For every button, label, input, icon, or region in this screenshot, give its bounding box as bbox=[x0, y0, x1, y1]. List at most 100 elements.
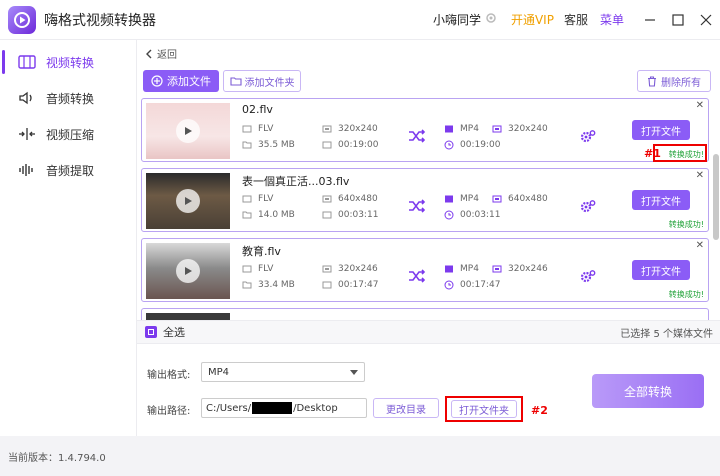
source-resolution: 640x480 bbox=[322, 194, 378, 204]
file-card[interactable]: 教育.flv FLV 320x246 33.4 MB 00:17:47 MP4 … bbox=[141, 238, 709, 302]
file-name: 02.flv bbox=[242, 103, 273, 116]
delete-all-label: 删除所有 bbox=[661, 77, 701, 89]
clock-icon bbox=[444, 210, 454, 220]
resolution-icon bbox=[492, 264, 502, 274]
file-card[interactable] bbox=[141, 308, 709, 320]
sidebar-item-audio-extract[interactable]: 音频提取 bbox=[0, 152, 136, 188]
resolution-icon bbox=[322, 194, 332, 204]
menu-link[interactable]: 菜单 bbox=[600, 11, 624, 28]
annotation-highlight: 打开文件夹 bbox=[445, 396, 523, 422]
customer-service-link[interactable]: 客服 bbox=[564, 11, 588, 28]
clock-icon bbox=[444, 280, 454, 290]
video-thumbnail[interactable] bbox=[146, 173, 230, 229]
folder-icon bbox=[242, 280, 252, 290]
settings-gear-icon[interactable] bbox=[580, 129, 596, 146]
open-folder-button[interactable]: 打开文件夹 bbox=[451, 400, 517, 418]
file-card[interactable]: 表一個真正活...03.flv FLV 640x480 14.0 MB 00:0… bbox=[141, 168, 709, 232]
app-logo-icon bbox=[8, 5, 36, 34]
convert-arrow-icon bbox=[408, 199, 426, 216]
source-format: FLV bbox=[242, 124, 273, 134]
resolution-icon bbox=[492, 194, 502, 204]
film-icon bbox=[242, 264, 252, 274]
add-folder-button[interactable]: 添加文件夹 bbox=[223, 70, 301, 92]
target-format[interactable]: MP4 bbox=[444, 264, 479, 274]
clock-icon bbox=[444, 140, 454, 150]
source-resolution: 320x246 bbox=[322, 264, 378, 274]
user-settings-icon[interactable] bbox=[485, 12, 497, 27]
status-badge: 转换成功! bbox=[668, 220, 704, 229]
plus-circle-icon bbox=[151, 75, 163, 87]
source-size: 33.4 MB bbox=[242, 280, 295, 290]
app-title: 嗨格式视频转换器 bbox=[44, 12, 156, 29]
sidebar-item-video-convert[interactable]: 视频转换 bbox=[0, 44, 136, 80]
convert-arrow-icon bbox=[408, 129, 426, 146]
sidebar-item-label: 音频转换 bbox=[46, 91, 95, 106]
target-format[interactable]: MP4 bbox=[444, 194, 479, 204]
maximize-icon[interactable] bbox=[666, 8, 690, 32]
add-file-button[interactable]: 添加文件 bbox=[143, 70, 219, 92]
sidebar: 视频转换 音频转换 视频压缩 音频提取 bbox=[0, 40, 136, 436]
play-icon[interactable] bbox=[176, 189, 200, 213]
remove-file-icon[interactable]: ✕ bbox=[696, 100, 704, 111]
sidebar-item-video-compress[interactable]: 视频压缩 bbox=[0, 116, 136, 152]
add-file-label: 添加文件 bbox=[167, 75, 211, 88]
minimize-icon[interactable] bbox=[638, 8, 662, 32]
list-scrollbar[interactable] bbox=[713, 154, 719, 240]
delete-all-button[interactable]: 删除所有 bbox=[637, 70, 711, 92]
output-path-prefix: C:/Users/ bbox=[206, 402, 252, 414]
duration-icon bbox=[322, 280, 332, 290]
video-thumbnail[interactable] bbox=[146, 243, 230, 299]
version-text: 当前版本：1.4.794.0 bbox=[8, 452, 106, 464]
select-all-label[interactable]: 全选 bbox=[163, 324, 185, 340]
add-folder-label: 添加文件夹 bbox=[244, 77, 295, 89]
source-duration: 00:17:47 bbox=[322, 280, 378, 290]
remove-file-icon[interactable]: ✕ bbox=[696, 170, 704, 181]
convert-all-button[interactable]: 全部转换 bbox=[592, 374, 704, 408]
back-link[interactable]: 返回 bbox=[145, 46, 177, 61]
close-icon[interactable] bbox=[694, 8, 718, 32]
play-icon[interactable] bbox=[176, 259, 200, 283]
film-icon bbox=[444, 194, 454, 204]
target-duration: 00:19:00 bbox=[444, 140, 500, 150]
file-card[interactable]: 02.flv FLV 320x240 35.5 MB 00:19:00 MP4 … bbox=[141, 98, 709, 162]
file-list: 02.flv FLV 320x240 35.5 MB 00:19:00 MP4 … bbox=[137, 96, 720, 320]
resolution-icon bbox=[322, 124, 332, 134]
output-path-field[interactable]: C:/Users/ /Desktop bbox=[201, 398, 367, 418]
open-file-button[interactable]: 打开文件 bbox=[632, 190, 690, 210]
output-format-label: 输出格式: bbox=[147, 370, 191, 381]
settings-gear-icon[interactable] bbox=[580, 199, 596, 216]
change-directory-button[interactable]: 更改目录 bbox=[373, 398, 439, 418]
film-icon bbox=[444, 124, 454, 134]
output-format-select[interactable]: MP4 bbox=[201, 362, 365, 382]
target-duration: 00:03:11 bbox=[444, 210, 500, 220]
target-format[interactable]: MP4 bbox=[444, 124, 479, 134]
open-file-button[interactable]: 打开文件 bbox=[632, 260, 690, 280]
chevron-left-icon bbox=[146, 49, 152, 58]
remove-file-icon[interactable]: ✕ bbox=[696, 240, 704, 251]
source-duration: 00:19:00 bbox=[322, 140, 378, 150]
open-file-button[interactable]: 打开文件 bbox=[632, 120, 690, 140]
title-bar: 嗨格式视频转换器 小嗨同学 开通VIP 客服 菜单 bbox=[0, 0, 720, 40]
convert-arrow-icon bbox=[408, 269, 426, 286]
folder-icon bbox=[229, 77, 242, 86]
status-bar: 当前版本：1.4.794.0 bbox=[0, 436, 720, 476]
play-icon[interactable] bbox=[176, 119, 200, 143]
vip-link[interactable]: 开通VIP bbox=[511, 11, 554, 28]
output-path-label: 输出路径: bbox=[147, 406, 191, 417]
video-convert-icon bbox=[18, 54, 38, 70]
duration-icon bbox=[322, 140, 332, 150]
selected-count: 已选择 5 个媒体文件 bbox=[620, 328, 713, 340]
select-all-checkbox[interactable] bbox=[145, 326, 157, 338]
back-label: 返回 bbox=[157, 50, 177, 61]
select-all-row: 全选 已选择 5 个媒体文件 bbox=[137, 320, 720, 344]
sidebar-item-label: 视频压缩 bbox=[46, 127, 95, 142]
output-format-value: MP4 bbox=[208, 366, 230, 378]
source-size: 35.5 MB bbox=[242, 140, 295, 150]
video-thumbnail[interactable] bbox=[146, 103, 230, 159]
user-name[interactable]: 小嗨同学 bbox=[433, 11, 481, 28]
video-thumbnail[interactable] bbox=[146, 313, 230, 320]
chevron-down-icon bbox=[350, 369, 358, 375]
output-path-suffix: /Desktop bbox=[293, 402, 338, 414]
sidebar-item-audio-convert[interactable]: 音频转换 bbox=[0, 80, 136, 116]
settings-gear-icon[interactable] bbox=[580, 269, 596, 286]
